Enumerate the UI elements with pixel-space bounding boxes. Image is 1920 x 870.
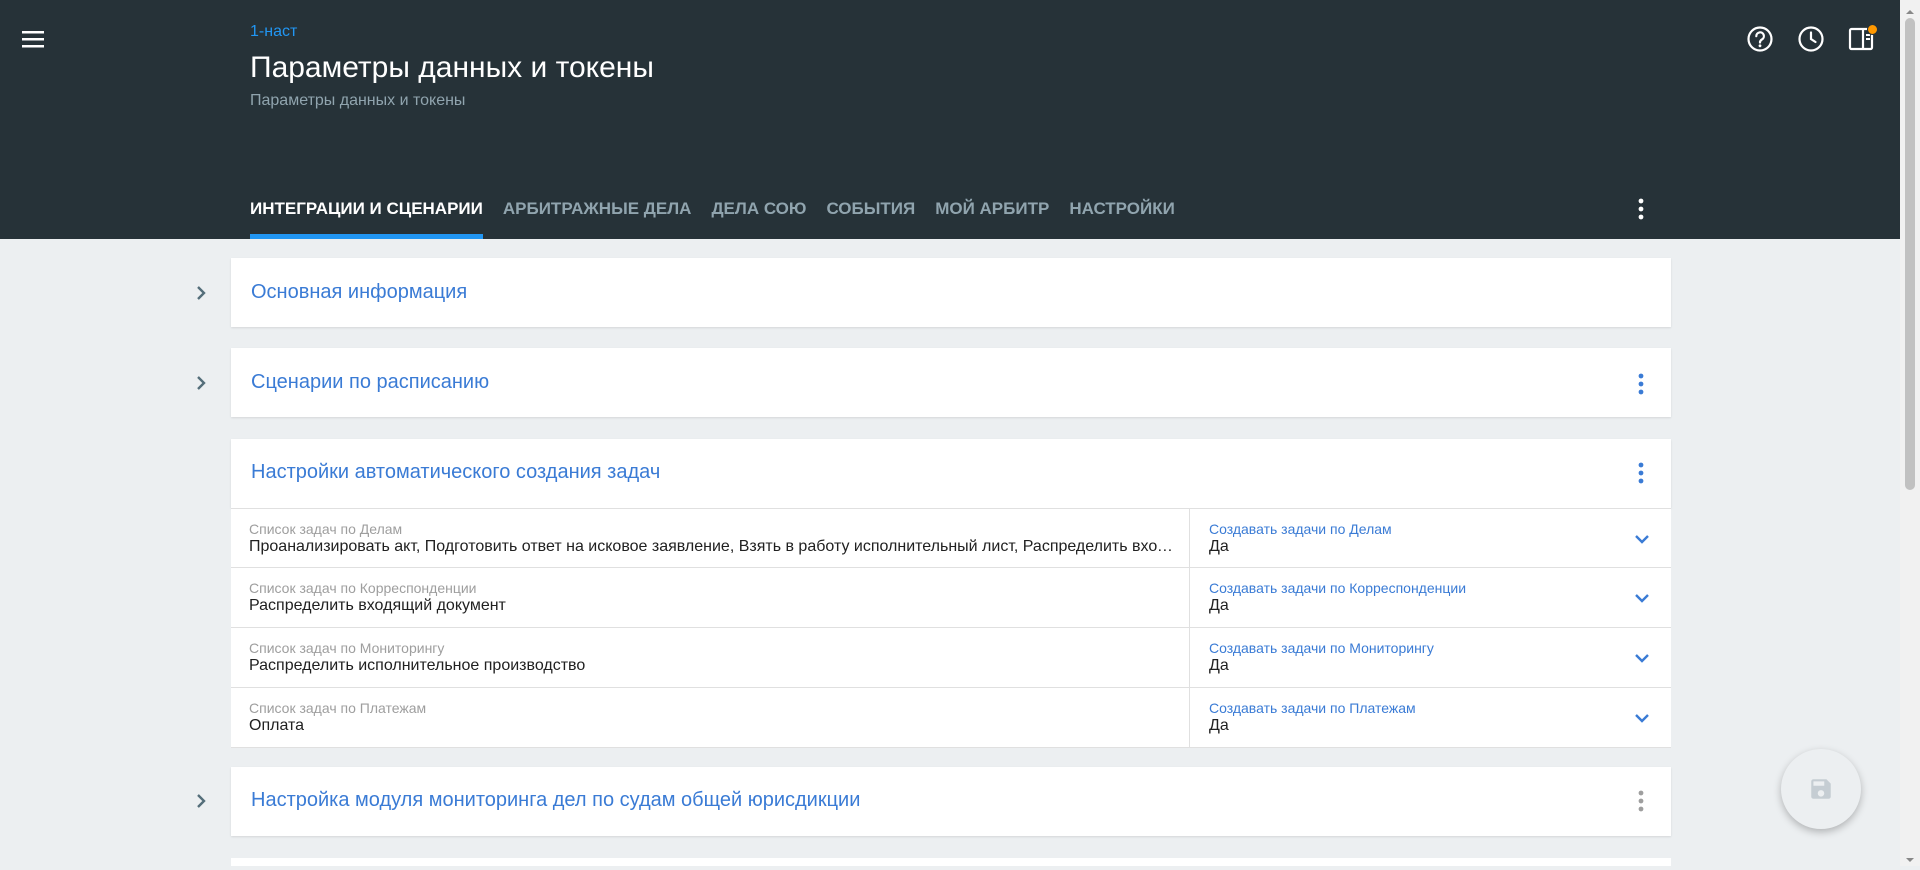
section-title[interactable]: Настройка модуля мониторинга дел по суда… — [251, 789, 860, 812]
task-list-cell[interactable]: Список задач по Корреспонденции Распреде… — [231, 568, 1190, 627]
table-row: Список задач по Платежам Оплата Создават… — [231, 687, 1671, 748]
chevron-down-icon[interactable] — [1630, 706, 1654, 730]
tab-general-courts[interactable]: ДЕЛА СОЮ — [711, 190, 806, 239]
scroll-thumb[interactable] — [1905, 18, 1915, 490]
field-label: Список задач по Платежам — [249, 700, 427, 716]
option-value[interactable]: Да — [1209, 597, 1229, 615]
menu-icon[interactable] — [18, 26, 48, 52]
section-title[interactable]: Основная информация — [251, 281, 467, 304]
tab-integrations[interactable]: ИНТЕГРАЦИИ И СЦЕНАРИИ — [250, 190, 483, 239]
notification-dot — [1867, 24, 1878, 35]
option-value[interactable]: Да — [1209, 657, 1229, 675]
field-label: Список задач по Корреспонденции — [249, 580, 477, 596]
option-label: Создавать задачи по Корреспонденции — [1209, 580, 1467, 596]
field-value: Распределить исполнительное производство — [249, 657, 586, 674]
section-next — [231, 858, 1671, 866]
save-button[interactable] — [1781, 749, 1861, 829]
expand-icon[interactable] — [190, 790, 212, 812]
more-vert-icon[interactable] — [1629, 369, 1653, 399]
tab-settings[interactable]: НАСТРОЙКИ — [1069, 190, 1175, 239]
expand-icon[interactable] — [190, 372, 212, 394]
history-icon[interactable] — [1796, 24, 1826, 54]
option-label: Создавать задачи по Мониторингу — [1209, 640, 1434, 656]
app-header: 1-наст Параметры данных и токены Парамет… — [0, 0, 1900, 239]
scroll-up-arrow[interactable] — [1905, 4, 1915, 14]
tab-arbitration[interactable]: АРБИТРАЖНЫЕ ДЕЛА — [503, 190, 692, 239]
task-list-cell[interactable]: Список задач по Мониторингу Распределить… — [231, 628, 1190, 687]
tab-my-arbiter[interactable]: МОЙ АРБИТР — [935, 190, 1049, 239]
more-vert-icon[interactable] — [1629, 786, 1653, 816]
table-row: Список задач по Корреспонденции Распреде… — [231, 567, 1671, 627]
section-title[interactable]: Сценарии по расписанию — [251, 371, 489, 394]
section-main-info[interactable]: Основная информация — [231, 258, 1671, 327]
page-title: Параметры данных и токены — [250, 51, 654, 84]
scrollbar[interactable] — [1900, 0, 1920, 866]
task-list-cell[interactable]: Список задач по Делам Проанализировать а… — [231, 509, 1190, 568]
page-subtitle: Параметры данных и токены — [250, 92, 466, 109]
save-icon — [1811, 779, 1831, 799]
option-label: Создавать задачи по Делам — [1209, 521, 1392, 537]
option-value[interactable]: Да — [1209, 717, 1229, 735]
tab-bar: ИНТЕГРАЦИИ И СЦЕНАРИИ АРБИТРАЖНЫЕ ДЕЛА Д… — [250, 190, 1195, 239]
section-scheduled-scenarios[interactable]: Сценарии по расписанию — [231, 348, 1671, 417]
section-title[interactable]: Настройки автоматического создания задач — [251, 461, 660, 484]
field-value: Распределить входящий документ — [249, 597, 506, 614]
option-label: Создавать задачи по Платежам — [1209, 700, 1416, 716]
task-list-cell[interactable]: Список задач по Платежам Оплата — [231, 688, 1190, 747]
table-row: Список задач по Делам Проанализировать а… — [231, 508, 1671, 568]
help-icon[interactable] — [1745, 24, 1775, 54]
field-label: Список задач по Мониторингу — [249, 640, 445, 656]
field-value: Проанализировать акт, Подготовить ответ … — [249, 538, 1174, 555]
section-general-courts-monitoring[interactable]: Настройка модуля мониторинга дел по суда… — [231, 767, 1671, 836]
more-vert-icon[interactable] — [1629, 458, 1653, 488]
chevron-down-icon[interactable] — [1630, 586, 1654, 610]
panel-icon[interactable] — [1846, 24, 1878, 54]
scroll-down-arrow[interactable] — [1905, 852, 1915, 862]
chevron-down-icon[interactable] — [1630, 527, 1654, 551]
chevron-down-icon[interactable] — [1630, 646, 1654, 670]
field-value: Оплата — [249, 717, 305, 734]
expand-icon[interactable] — [190, 282, 212, 304]
tabs-more-icon[interactable] — [1629, 194, 1653, 224]
table-row: Список задач по Мониторингу Распределить… — [231, 627, 1671, 687]
field-label: Список задач по Делам — [249, 521, 403, 537]
option-value[interactable]: Да — [1209, 538, 1229, 556]
section-auto-tasks: Настройки автоматического создания задач — [231, 439, 1671, 508]
tab-events[interactable]: СОБЫТИЯ — [826, 190, 915, 239]
breadcrumb[interactable]: 1-наст — [250, 23, 297, 41]
